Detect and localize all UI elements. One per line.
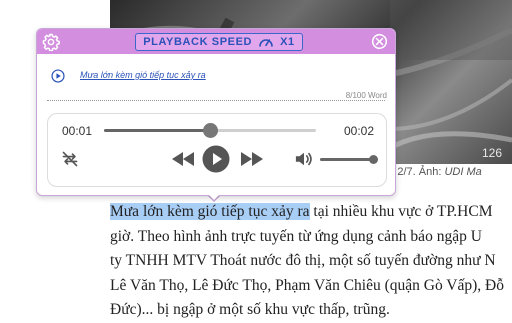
playback-speed-button[interactable]: PLAYBACK SPEED X1 <box>135 33 303 51</box>
rewind-icon[interactable] <box>172 152 194 166</box>
progress-handle[interactable] <box>203 123 218 138</box>
divider <box>47 100 385 101</box>
gear-icon[interactable] <box>42 33 60 51</box>
close-icon[interactable] <box>371 33 388 50</box>
volume-handle[interactable] <box>369 155 378 164</box>
article-line: Lê Văn Thọ, Lê Đức Thọ, Phạm Văn Chiêu (… <box>110 276 504 294</box>
tts-popup: PLAYBACK SPEED X1 Mưa lớn kèm gió tiếp t… <box>36 28 396 196</box>
selected-text[interactable]: Mưa lớn kèm gió tiếp tục xảy ra <box>110 203 310 220</box>
speedometer-icon <box>259 39 273 47</box>
article-line: ty TNHH MTV Thoát nước đô thị, một số tu… <box>110 252 496 269</box>
progress-track[interactable] <box>104 123 316 138</box>
repeat-off-icon[interactable] <box>60 150 80 168</box>
popup-arrow-inner <box>207 193 221 200</box>
fast-forward-icon[interactable] <box>241 152 263 166</box>
volume-icon[interactable] <box>294 150 314 168</box>
duration: 00:02 <box>343 124 374 138</box>
play-circle-icon[interactable] <box>51 69 65 83</box>
photo-number: 126 <box>481 146 502 160</box>
playback-speed-label: PLAYBACK SPEED <box>143 36 253 48</box>
progress-fill <box>104 129 210 132</box>
volume-fill <box>320 158 374 161</box>
audio-player: 00:01 00:02 <box>47 113 387 187</box>
volume-slider[interactable] <box>320 155 378 164</box>
play-icon[interactable] <box>202 145 230 173</box>
article-body: Mưa lớn kèm gió tiếp tục xảy ra tại nhiề… <box>110 200 512 323</box>
word-count: 8/100 Word <box>345 91 387 100</box>
article-line: giờ. Theo hình ảnh trực tuyến từ ứng dụn… <box>110 227 482 245</box>
sentence-link[interactable]: Mưa lớn kèm gió tiếp tục xảy ra <box>80 70 206 80</box>
article-line: Mưa lớn kèm gió tiếp tục xảy ra tại nhiề… <box>110 203 493 220</box>
popup-header: PLAYBACK SPEED X1 <box>37 29 395 54</box>
playback-speed-value: X1 <box>280 36 295 48</box>
article-line: Đức)... bị ngập ở một số khu vực thấp, t… <box>110 301 390 318</box>
current-time: 00:01 <box>62 124 93 138</box>
